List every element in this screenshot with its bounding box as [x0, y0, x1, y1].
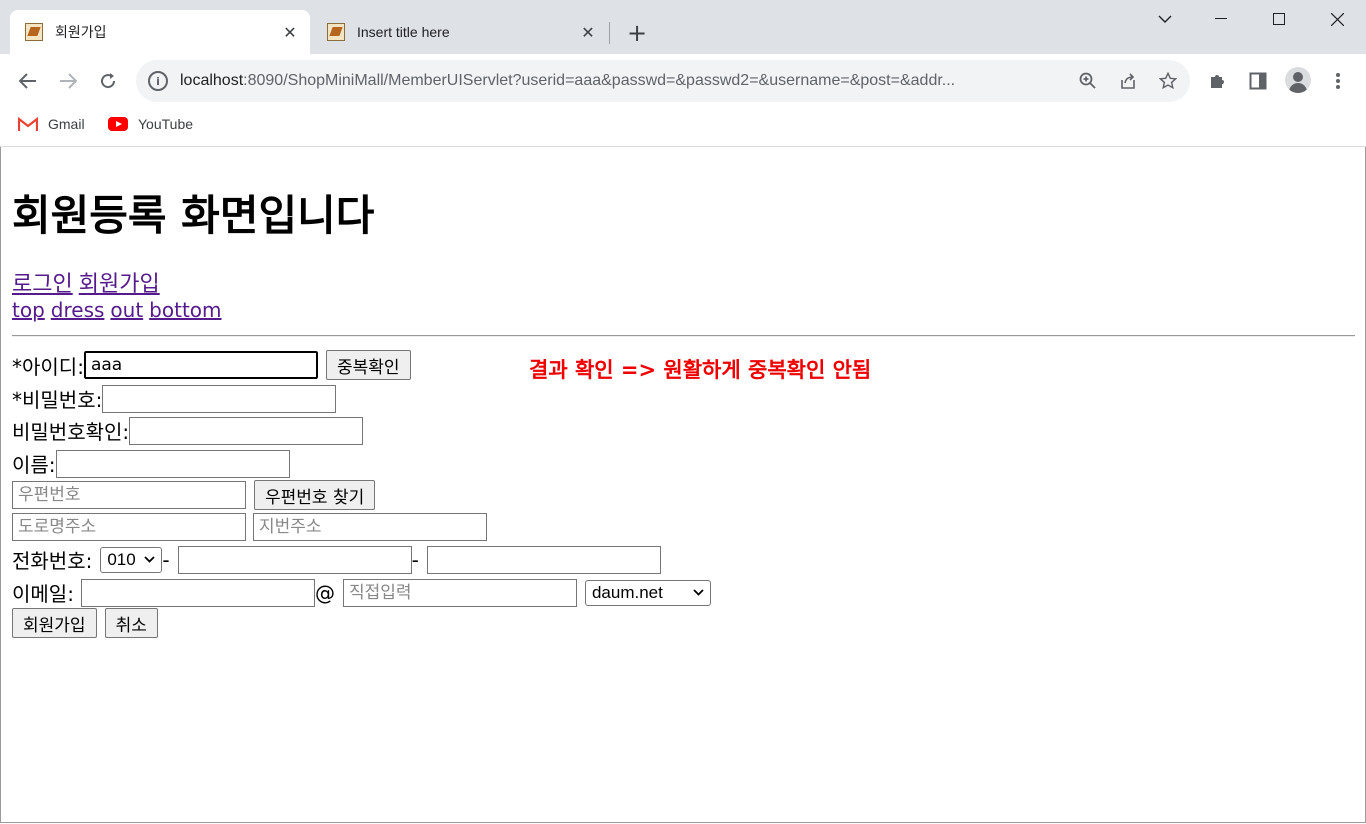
- gmail-icon: [18, 116, 38, 131]
- category-link-bottom[interactable]: bottom: [149, 298, 221, 322]
- maximize-icon[interactable]: [1256, 4, 1302, 34]
- bookmark-label: Gmail: [48, 116, 85, 132]
- youtube-icon: [108, 117, 128, 131]
- username-row: 이름:: [12, 449, 290, 478]
- extensions-puzzle-icon[interactable]: [1204, 67, 1232, 95]
- signup-submit-button[interactable]: 회원가입: [12, 608, 97, 638]
- profile-avatar-icon[interactable]: [1285, 67, 1311, 93]
- email-domain-input[interactable]: [342, 578, 577, 607]
- postcode-input[interactable]: [12, 481, 246, 509]
- phone-label: 전화번호:: [12, 549, 93, 573]
- category-link-out[interactable]: out: [110, 298, 143, 322]
- phone-last-input[interactable]: [426, 545, 661, 574]
- tab-separator: [609, 22, 610, 44]
- password-confirm-label: 비밀번호확인:: [12, 420, 130, 444]
- category-links: top dress out bottom: [12, 298, 228, 322]
- email-domain-value: daum.net: [591, 582, 663, 602]
- lot-address-input[interactable]: [253, 513, 487, 541]
- phone-prefix-select[interactable]: 010: [100, 546, 163, 573]
- bookmark-star-icon[interactable]: [1156, 69, 1180, 93]
- tomcat-favicon-icon: [25, 23, 43, 41]
- category-link-top[interactable]: top: [12, 298, 45, 322]
- chevron-down-icon: [144, 556, 155, 563]
- password-confirm-row: 비밀번호확인:: [12, 416, 364, 445]
- chevron-down-icon: [693, 589, 704, 596]
- email-id-input[interactable]: [80, 578, 315, 607]
- phone-dash: -: [162, 547, 170, 572]
- email-domain-select[interactable]: daum.net: [584, 579, 711, 606]
- phone-row: 전화번호: 010 - -: [12, 545, 661, 574]
- userid-row: *아이디: 중복확인: [12, 350, 411, 380]
- address-bar[interactable]: i localhost:8090/ShopMiniMall/MemberUISe…: [136, 60, 1190, 102]
- menu-kebab-icon[interactable]: [1324, 67, 1352, 95]
- divider: [12, 335, 1355, 337]
- phone-middle-input[interactable]: [177, 545, 412, 574]
- find-postcode-button[interactable]: 우편번호 찾기: [254, 480, 376, 510]
- tab-strip: 회원가입 ✕ Insert title here ✕ +: [0, 0, 1366, 54]
- close-tab-icon[interactable]: ✕: [578, 22, 598, 42]
- phone-prefix-value: 010: [107, 549, 136, 569]
- bookmark-gmail[interactable]: Gmail: [18, 116, 85, 132]
- login-link[interactable]: 로그인: [12, 272, 73, 297]
- minimize-icon[interactable]: [1198, 4, 1244, 34]
- password-confirm-input[interactable]: [129, 416, 364, 445]
- email-at: @: [314, 580, 335, 605]
- zoom-icon[interactable]: [1076, 69, 1100, 93]
- tab-search-chevron-icon[interactable]: [1142, 4, 1188, 34]
- username-label: 이름:: [12, 453, 56, 477]
- bookmarks-bar: Gmail YouTube: [0, 108, 1366, 147]
- userid-label: *아이디:: [12, 354, 84, 379]
- url-text: localhost:8090/ShopMiniMall/MemberUIServ…: [180, 72, 956, 89]
- tab-insert-title[interactable]: Insert title here ✕: [312, 10, 608, 54]
- tab-title: Insert title here: [357, 24, 450, 40]
- road-address-input[interactable]: [12, 513, 246, 541]
- password-input[interactable]: [102, 384, 337, 413]
- signup-link[interactable]: 회원가입: [79, 272, 160, 297]
- category-link-dress[interactable]: dress: [51, 298, 105, 322]
- email-label: 이메일:: [12, 582, 74, 606]
- address-row: [12, 513, 487, 541]
- browser-toolbar: i localhost:8090/ShopMiniMall/MemberUISe…: [0, 54, 1366, 108]
- reload-icon[interactable]: [94, 67, 122, 95]
- result-annotation: 결과 확인 => 원활하게 중복확인 안됨: [529, 358, 872, 382]
- tab-title: 회원가입: [55, 24, 107, 40]
- cancel-button[interactable]: 취소: [104, 608, 158, 638]
- userid-input[interactable]: [82, 350, 319, 380]
- share-icon[interactable]: [1116, 69, 1140, 93]
- site-info-icon[interactable]: i: [148, 71, 168, 91]
- username-input[interactable]: [55, 449, 290, 478]
- bookmark-youtube[interactable]: YouTube: [108, 116, 193, 132]
- password-row: *비밀번호:: [12, 384, 337, 413]
- password-label: *비밀번호:: [12, 388, 103, 412]
- page-title: 회원등록 화면입니다: [12, 191, 375, 240]
- form-actions: 회원가입 취소: [12, 608, 158, 638]
- close-tab-icon[interactable]: ✕: [280, 22, 300, 42]
- duplicate-check-button[interactable]: 중복확인: [325, 350, 411, 380]
- postcode-row: 우편번호 찾기: [12, 480, 376, 510]
- bookmark-label: YouTube: [138, 116, 194, 132]
- new-tab-icon[interactable]: +: [624, 19, 650, 47]
- primary-links: 로그인 회원가입: [12, 266, 166, 298]
- tab-member-signup[interactable]: 회원가입 ✕: [10, 10, 310, 54]
- window-close-icon[interactable]: [1314, 4, 1360, 34]
- phone-dash: -: [411, 547, 419, 572]
- back-arrow-icon[interactable]: [14, 67, 42, 95]
- side-panel-icon[interactable]: [1244, 67, 1272, 95]
- tomcat-favicon-icon: [327, 23, 345, 41]
- forward-arrow-icon[interactable]: [54, 67, 82, 95]
- email-row: 이메일: @ daum.net: [12, 578, 711, 607]
